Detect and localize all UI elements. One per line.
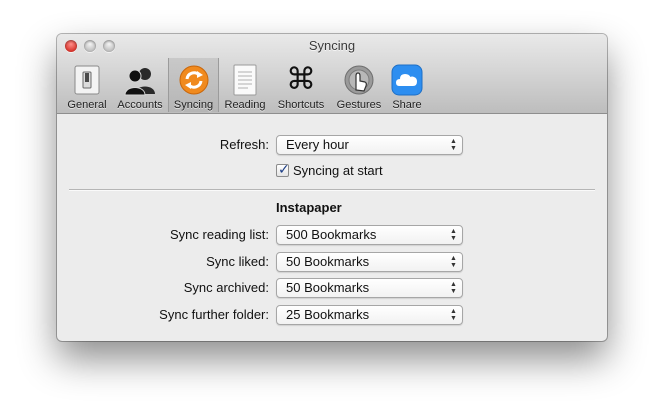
tab-syncing[interactable]: Syncing xyxy=(168,58,219,112)
sync-further-folder-select[interactable]: 25 Bookmarks ▲ ▼ xyxy=(276,305,463,325)
tab-reading-label: Reading xyxy=(224,99,266,111)
tab-general-label: General xyxy=(67,99,107,111)
sync-liked-select[interactable]: 50 Bookmarks ▲ ▼ xyxy=(276,252,463,272)
tab-share[interactable]: Share xyxy=(387,58,427,112)
tab-general[interactable]: General xyxy=(62,58,112,112)
checkmark-icon: ✓ xyxy=(278,161,290,177)
popup-arrows-icon: ▲ ▼ xyxy=(450,138,457,152)
sync-archived-value: 50 Bookmarks xyxy=(286,280,370,295)
gesture-icon xyxy=(342,63,376,97)
preferences-window: Syncing General Accounts Syncing Reading… xyxy=(57,34,607,341)
switch-icon xyxy=(70,63,104,97)
tab-shortcuts[interactable]: ⌘ Shortcuts xyxy=(271,58,331,112)
instapaper-heading: Instapaper xyxy=(276,200,342,215)
sync-reading-list-label: Sync reading list: xyxy=(170,227,269,242)
refresh-select[interactable]: Every hour ▲ ▼ xyxy=(276,135,463,155)
sync-reading-list-select[interactable]: 500 Bookmarks ▲ ▼ xyxy=(276,225,463,245)
popup-arrows-icon: ▲ ▼ xyxy=(450,281,457,295)
document-icon xyxy=(228,63,262,97)
window-title: Syncing xyxy=(308,38,356,53)
sync-reading-list-value: 500 Bookmarks xyxy=(286,227,377,242)
sync-archived-select[interactable]: 50 Bookmarks ▲ ▼ xyxy=(276,278,463,298)
popup-arrows-icon: ▲ ▼ xyxy=(450,308,457,322)
sync-further-folder-label: Sync further folder: xyxy=(159,307,269,322)
divider xyxy=(69,189,595,190)
tab-syncing-label: Syncing xyxy=(173,99,214,111)
cloud-icon xyxy=(390,63,424,97)
command-key-icon: ⌘ xyxy=(286,62,316,97)
sync-further-folder-value: 25 Bookmarks xyxy=(286,307,370,322)
tab-accounts[interactable]: Accounts xyxy=(112,58,168,112)
toolbar: Syncing General Accounts Syncing Reading… xyxy=(57,34,607,114)
sync-at-start-label: Syncing at start xyxy=(293,163,383,178)
tab-share-label: Share xyxy=(392,99,422,111)
tab-gestures-label: Gestures xyxy=(336,99,382,111)
syncing-pane: Refresh: Every hour ▲ ▼ ✓ Syncing at star… xyxy=(57,114,607,341)
users-icon xyxy=(123,63,157,97)
sync-at-start-option[interactable]: ✓ Syncing at start xyxy=(276,161,383,178)
refresh-value: Every hour xyxy=(286,137,349,152)
tab-accounts-label: Accounts xyxy=(117,99,163,111)
popup-arrows-icon: ▲ ▼ xyxy=(450,255,457,269)
sync-liked-value: 50 Bookmarks xyxy=(286,254,370,269)
tab-reading[interactable]: Reading xyxy=(219,58,271,112)
tab-shortcuts-label: Shortcuts xyxy=(277,99,325,111)
popup-arrows-icon: ▲ ▼ xyxy=(450,228,457,242)
preferences-tabs: General Accounts Syncing Reading ⌘ Short… xyxy=(62,58,427,113)
sync-archived-label: Sync archived: xyxy=(183,280,269,295)
refresh-label: Refresh: xyxy=(219,137,269,152)
sync-liked-label: Sync liked: xyxy=(206,254,269,269)
sync-icon xyxy=(177,63,211,97)
sync-at-start-checkbox[interactable]: ✓ xyxy=(276,161,290,177)
tab-gestures[interactable]: Gestures xyxy=(331,58,387,112)
